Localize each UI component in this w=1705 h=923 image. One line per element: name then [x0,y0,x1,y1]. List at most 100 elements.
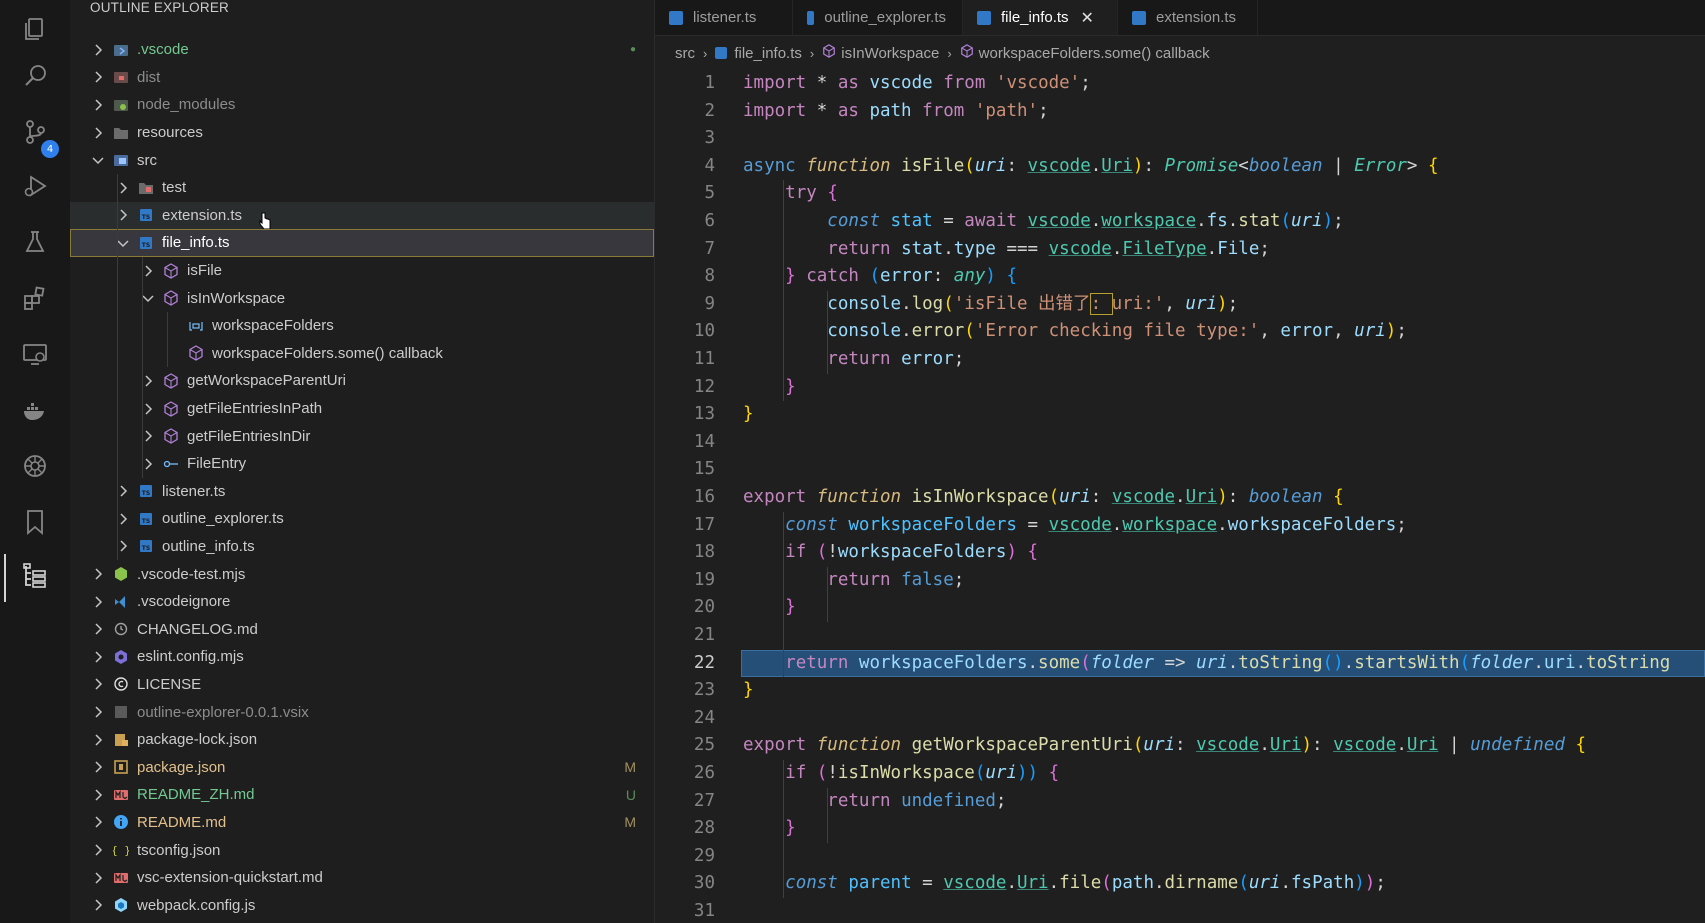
code-line[interactable]: try { [743,180,838,208]
code-token: vscode [1048,514,1112,535]
code-line[interactable]: export function isInWorkspace(uri: vscod… [743,484,1344,512]
code-line[interactable]: } [743,594,796,622]
tree-item[interactable]: .vscodeignore [70,588,654,616]
chevron-right-icon[interactable] [90,732,106,748]
testing-activity-button[interactable] [0,214,70,274]
chevron-right-icon[interactable] [90,42,106,58]
chevron-right-icon[interactable] [90,69,106,85]
code-line[interactable]: if (!isInWorkspace(uri)) { [743,760,1059,788]
code-line[interactable]: console.log('isFile 出错了: uri:', uri); [743,291,1238,319]
code-line[interactable]: return error; [743,346,964,374]
tree-item[interactable]: node_modules [70,91,654,119]
code-line[interactable]: import * as vscode from 'vscode'; [743,70,1091,98]
breadcrumb-item[interactable]: isInWorkspace [841,45,939,62]
code-line[interactable]: return workspaceFolders.some(folder => u… [743,650,1670,678]
chevron-right-icon[interactable] [90,676,106,692]
tree-item[interactable]: .vscode-test.mjs [70,560,654,588]
kubernetes-activity-button[interactable] [0,438,70,498]
code-token: . [1006,873,1017,894]
tree-item[interactable]: README_ZH.md U [70,781,654,809]
extensions-activity-button[interactable] [0,270,70,330]
code-line[interactable]: } [743,677,754,705]
tree-item[interactable]: getWorkspaceParentUri [70,367,654,395]
code-line[interactable]: if (!workspaceFolders) { [743,539,1038,567]
tab-listener-ts[interactable]: listener.ts [655,0,793,35]
tree-item[interactable]: TS outline_info.ts [70,532,654,561]
tree-item[interactable]: README.md M [70,809,654,837]
tree-item[interactable]: CHANGELOG.md [70,615,654,643]
code-line[interactable]: return false; [743,567,964,595]
tree-item[interactable]: TS listener.ts [70,477,654,506]
code-line[interactable]: const parent = vscode.Uri.file(path.dirn… [743,870,1386,898]
close-icon[interactable]: ✕ [1081,8,1094,27]
code-line[interactable]: } [743,374,796,402]
tab-label: listener.ts [693,9,757,26]
search-activity-button[interactable] [0,48,70,108]
tree-item[interactable]: workspaceFolders.some() callback [70,339,654,368]
breadcrumb-item[interactable]: file_info.ts [734,45,802,62]
bookmarks-activity-button[interactable] [0,494,70,554]
tree-item[interactable]: isFile [70,256,654,285]
run-debug-activity-button[interactable] [0,158,70,218]
tab-file-info-ts[interactable]: file_info.ts ✕ [963,0,1118,35]
chevron-right-icon[interactable] [90,897,106,913]
code-line[interactable]: console.error('Error checking file type:… [743,318,1407,346]
chevron-right-icon[interactable] [90,787,106,803]
code-line[interactable]: export function getWorkspaceParentUri(ur… [743,732,1586,760]
tree-item[interactable]: LICENSE [70,671,654,699]
tree-item[interactable]: test [70,173,654,202]
tree-item[interactable]: TS outline_explorer.ts [70,505,654,533]
tree-item[interactable]: package.json M [70,753,654,781]
tree-item[interactable]: { } tsconfig.json [70,836,654,864]
chevron-right-icon[interactable] [90,621,106,637]
chevron-right-icon[interactable] [90,566,106,582]
tree-item[interactable]: getFileEntriesInPath [70,394,654,423]
tree-item[interactable]: package-lock.json [70,726,654,754]
tree-item[interactable]: FileEntry [70,449,654,478]
tree-item[interactable]: isInWorkspace [70,284,654,312]
chevron-right-icon[interactable] [90,814,106,830]
tree-item[interactable]: getFileEntriesInDir [70,422,654,450]
code-line[interactable]: const stat = await vscode.workspace.fs.s… [743,208,1343,236]
tree-item[interactable]: resources [70,119,654,147]
breadcrumb-item[interactable]: workspaceFolders.some() callback [979,45,1210,62]
tree-item[interactable]: dist [70,64,654,92]
tree-item[interactable]: workspaceFolders [70,311,654,340]
tab-outline-explorer-ts[interactable]: outline_explorer.ts [793,0,963,35]
chevron-right-icon[interactable] [90,594,106,610]
source-control-activity-button[interactable]: 4 [0,104,70,164]
docker-activity-button[interactable] [0,382,70,442]
tree-item[interactable]: eslint.config.mjs [70,643,654,671]
code-token: . [1196,211,1207,231]
code-line[interactable]: async function isFile(uri: vscode.Uri): … [743,153,1439,181]
chevron-right-icon[interactable] [90,842,106,858]
code-line[interactable]: } [743,401,754,429]
tree-item[interactable]: vsc-extension-quickstart.md [70,864,654,892]
chevron-right-icon[interactable] [90,704,106,720]
tree-item[interactable]: TS file_info.ts [70,229,654,257]
chevron-right-icon[interactable] [90,759,106,775]
code-line[interactable]: const workspaceFolders = vscode.workspac… [743,512,1407,540]
chevron-right-icon[interactable] [90,125,106,141]
tree-item[interactable]: .vscode ● [70,36,654,64]
chevron-right-icon[interactable] [90,97,106,113]
code-line[interactable]: } [743,815,796,843]
breadcrumb-item[interactable]: src [675,45,695,62]
tree-item[interactable]: outline-explorer-0.0.1.vsix [70,698,654,726]
tab-extension-ts[interactable]: extension.ts [1118,0,1258,35]
code-token: log [911,293,944,314]
code-line[interactable]: return stat.type === vscode.FileType.Fil… [743,236,1270,264]
tree-item[interactable]: webpack.config.js [70,891,654,919]
chevron-right-icon[interactable] [90,649,106,665]
chevron-right-icon[interactable] [90,870,106,886]
tree-item[interactable]: TS extension.ts [70,201,654,230]
remote-explorer-activity-button[interactable] [0,326,70,386]
outline-explorer-activity-button[interactable] [0,548,70,608]
tree-item[interactable]: src [70,146,654,174]
code-line[interactable]: } catch (error: any) { [743,263,1017,291]
code-token: false [901,569,954,590]
chevron-down-icon[interactable] [90,152,106,168]
code-line[interactable]: import * as path from 'path'; [743,98,1049,126]
